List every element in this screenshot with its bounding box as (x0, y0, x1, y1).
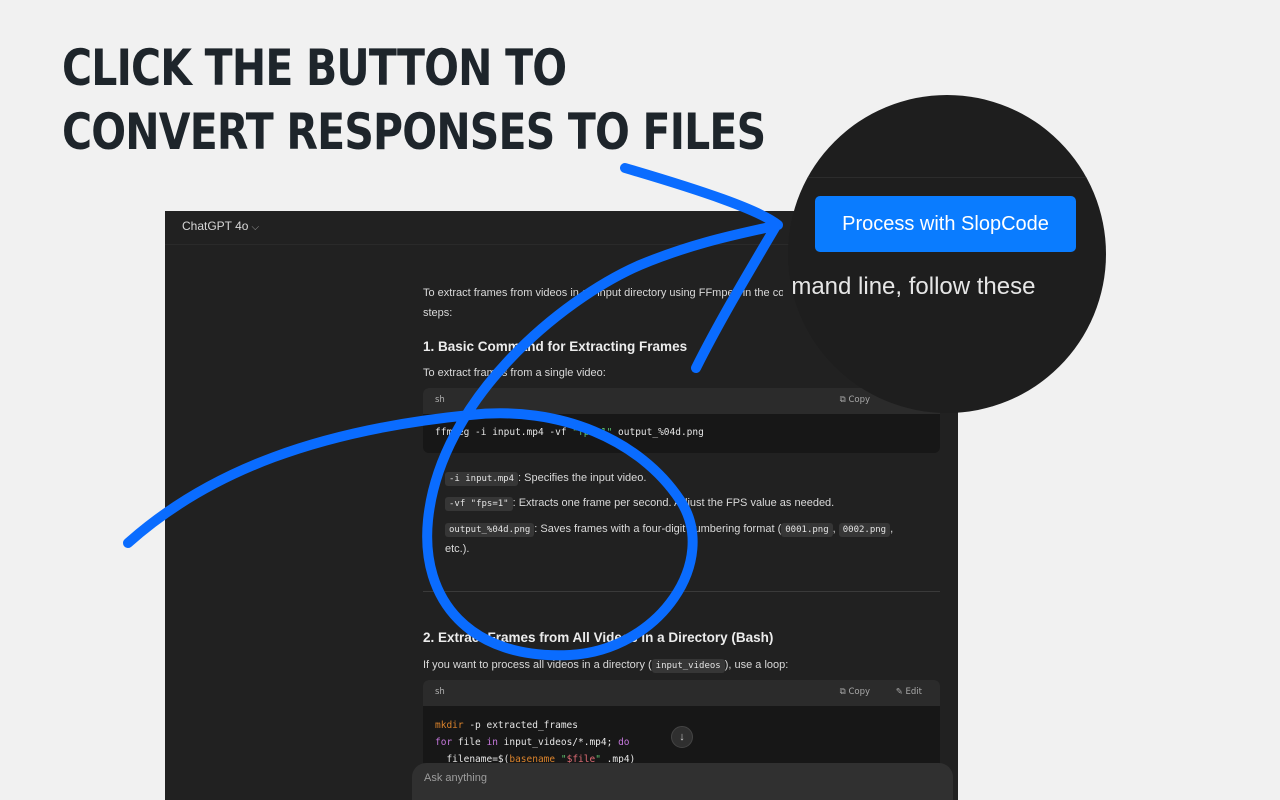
intro-text-line-2: steps: (423, 307, 453, 319)
inline-code: -vf "fps=1" (445, 497, 513, 511)
code-header: sh ⧉ Copy ✎ Edit (423, 680, 940, 706)
inline-code: input_videos (651, 659, 725, 673)
code-keyword: in (486, 737, 498, 748)
inline-code: output_%04d.png (445, 523, 535, 537)
list-item-text: , (832, 523, 839, 535)
prompt-input[interactable] (424, 772, 724, 784)
headline: CLICK THE BUTTON TO CONVERT RESPONSES TO… (62, 36, 766, 164)
code-content: ffmpeg -i input.mp4 -vf "fps=1" output_%… (423, 414, 940, 451)
code-text: ffmpeg -i input.mp4 -vf (435, 427, 573, 438)
list-item: -vf "fps=1": Extracts one frame per seco… (445, 493, 940, 514)
section-text: If you want to process all videos in a d… (423, 655, 788, 676)
copy-button[interactable]: ⧉ Copy (840, 687, 870, 697)
section-heading: 2. Extract Frames from All Videos in a D… (423, 630, 774, 645)
code-header: sh ⧉ Copy (423, 388, 940, 414)
scroll-down-button[interactable]: ↓ (671, 726, 693, 748)
arrow-down-icon: ↓ (679, 731, 685, 743)
zoom-callout: Process with SlopCode To extract frames … (788, 95, 1106, 413)
copy-label: Copy (848, 687, 870, 697)
intro-text: To extract frames from videos in an inpu… (423, 287, 783, 299)
section-text-part: ), use a loop: (724, 659, 789, 671)
zoom-text: To extract frames from videos in an inpu… (788, 273, 1035, 301)
section-text: To extract frames from a single video: (423, 367, 606, 379)
code-keyword: do (618, 737, 630, 748)
divider (423, 591, 940, 592)
inline-code: 0002.png (838, 523, 891, 537)
headline-line-2: CONVERT RESPONSES TO FILES (62, 103, 766, 161)
inline-code: 0001.png (781, 523, 833, 537)
composer (412, 763, 953, 800)
inline-code: -i input.mp4 (445, 472, 519, 486)
copy-button[interactable]: ⧉ Copy (840, 395, 870, 405)
list-item-text: : Saves frames with a four-digit numberi… (534, 523, 782, 535)
code-keyword: for (435, 737, 453, 748)
list-item: -i input.mp4: Specifies the input video. (445, 468, 940, 489)
code-text: -p extracted_frames (463, 720, 578, 731)
model-selector[interactable]: ChatGPT 4o ⌵ (182, 219, 259, 233)
edit-label: Edit (905, 687, 922, 697)
zoom-divider (788, 177, 1106, 178)
list-item-text: , (890, 523, 894, 535)
code-text: input_videos/*.mp4; (497, 737, 619, 748)
list-item-text: : Specifies the input video. (518, 472, 647, 484)
process-with-slopcode-button[interactable]: Process with SlopCode (815, 196, 1076, 252)
list-item-text: : Extracts one frame per second. Adjust … (512, 497, 835, 509)
copy-label: Copy (848, 395, 870, 405)
code-keyword: mkdir (435, 720, 464, 731)
code-text: file (452, 737, 487, 748)
code-string: "fps=1" (572, 427, 613, 438)
zoom-text-content: To extract frames from videos in an inpu… (788, 273, 1036, 300)
section-text-part: If you want to process all videos in a d… (423, 659, 652, 671)
code-text: output_%04d.png (612, 427, 704, 438)
model-label: ChatGPT 4o (182, 219, 249, 233)
code-block: sh ⧉ Copy ffmpeg -i input.mp4 -vf "fps=1… (423, 388, 940, 453)
code-language: sh (435, 687, 445, 697)
section-heading: 1. Basic Command for Extracting Frames (423, 339, 688, 354)
chevron-down-icon: ⌵ (251, 222, 260, 233)
edit-icon: ✎ (895, 687, 906, 697)
edit-button[interactable]: ✎ Edit (896, 687, 922, 697)
code-language: sh (435, 395, 445, 405)
list-item-continued: etc.). (445, 543, 470, 555)
headline-line-1: CLICK THE BUTTON TO (62, 39, 567, 97)
list-item: output_%04d.png: Saves frames with a fou… (445, 519, 940, 540)
